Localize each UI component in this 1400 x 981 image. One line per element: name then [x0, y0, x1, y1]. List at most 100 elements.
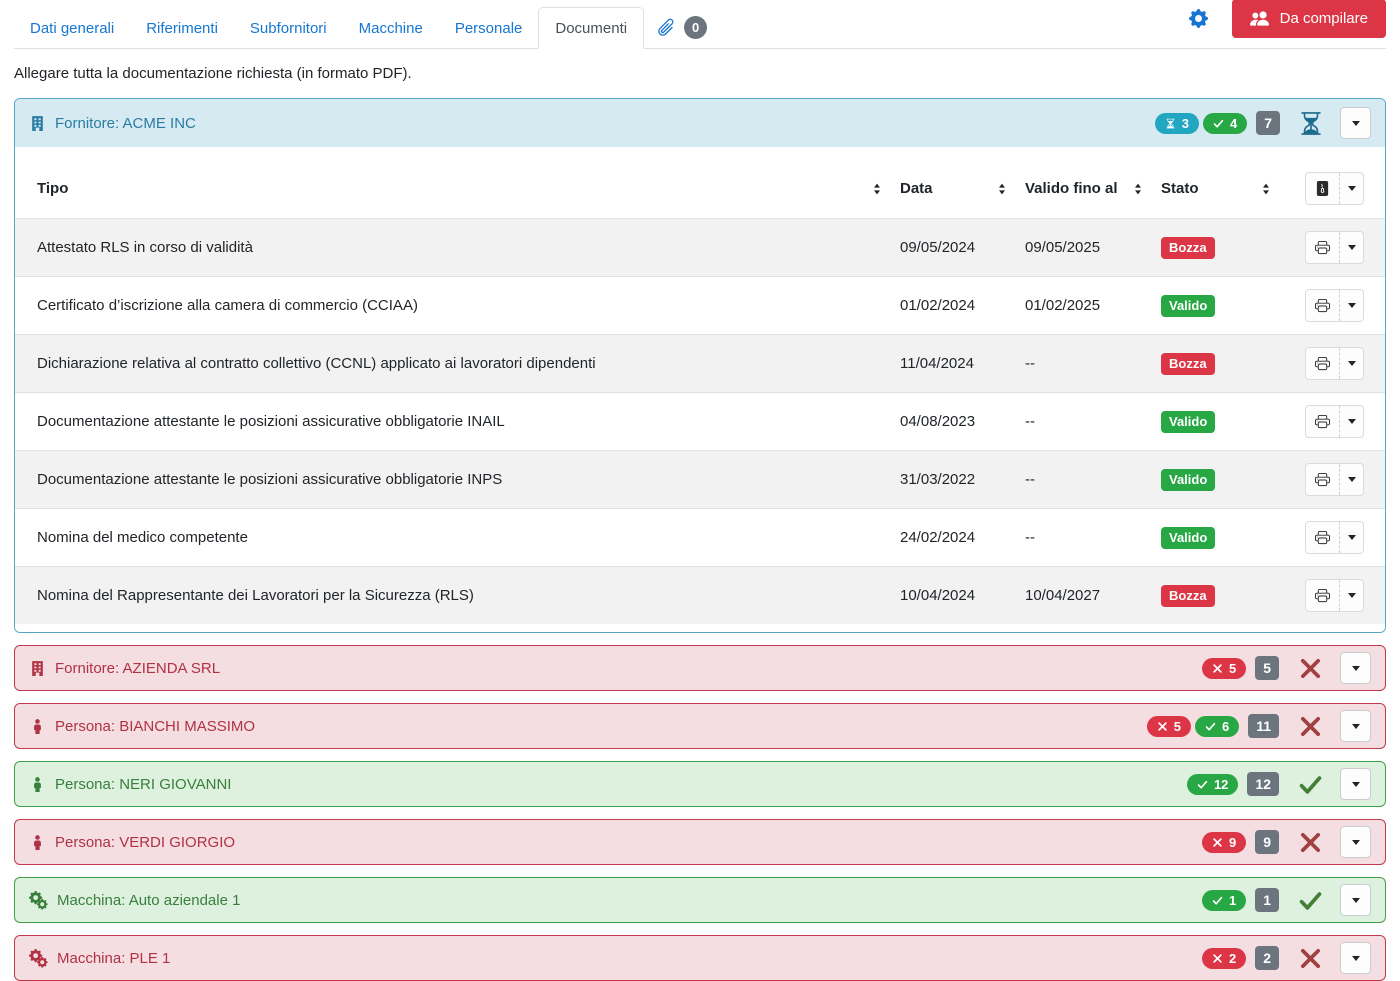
acme-panel-header[interactable]: Fornitore: ACME INC 3 4 7 [15, 99, 1385, 147]
doc-valido-fino-al: -- [1017, 451, 1153, 509]
caret-down-icon [1352, 898, 1360, 903]
print-split-button[interactable] [1305, 463, 1364, 496]
total-count-badge: 11 [1248, 714, 1279, 738]
status-badge: Valido [1161, 469, 1215, 491]
ok-count-pill: 1 [1202, 890, 1246, 911]
da-compilare-button[interactable]: Da compilare [1232, 0, 1386, 38]
print-dropdown-toggle[interactable] [1340, 290, 1363, 321]
hourglass-icon [1165, 118, 1176, 129]
printer-icon [1315, 356, 1330, 371]
print-button[interactable] [1306, 348, 1340, 379]
caret-down-icon [1348, 593, 1356, 598]
total-count-badge: 12 [1247, 772, 1279, 796]
doc-data: 11/04/2024 [892, 335, 1017, 393]
doc-tipo: Dichiarazione relativa al contratto coll… [15, 335, 892, 393]
print-dropdown-toggle[interactable] [1340, 406, 1363, 437]
sort-icon[interactable] [995, 182, 1009, 196]
total-count-badge: 2 [1255, 946, 1279, 970]
check-icon [1197, 779, 1208, 790]
tab-personale[interactable]: Personale [439, 8, 539, 48]
table-row: Nomina del medico competente 24/02/2024 … [15, 509, 1385, 567]
panel-title: Persona: BIANCHI MASSIMO [55, 718, 255, 735]
page: Dati generali Riferimenti Subfornitori M… [0, 0, 1400, 981]
x-icon [1157, 721, 1168, 732]
print-split-button[interactable] [1305, 521, 1364, 554]
print-button[interactable] [1306, 406, 1340, 437]
panel-dropdown-button[interactable] [1340, 710, 1371, 742]
attachments-indicator: 0 [644, 16, 717, 48]
panel-dropdown-button[interactable] [1340, 768, 1371, 800]
printer-icon [1315, 472, 1330, 487]
panel-dropdown-button[interactable] [1340, 942, 1371, 974]
file-zip-icon [1315, 181, 1330, 196]
panel-title: Persona: NERI GIOVANNI [55, 776, 231, 793]
machine-panel-auto-aziendale-1[interactable]: Macchina: Auto aziendale 1 1 1 [14, 877, 1386, 923]
table-row: Certificato d’iscrizione alla camera di … [15, 277, 1385, 335]
tab-bar: Dati generali Riferimenti Subfornitori M… [14, 0, 1386, 49]
total-count-badge: 1 [1255, 888, 1279, 912]
intro-text: Allegare tutta la documentazione richies… [14, 65, 1386, 82]
panel-badges: 1 1 [1202, 884, 1371, 916]
print-split-button[interactable] [1305, 579, 1364, 612]
print-dropdown-toggle[interactable] [1340, 580, 1363, 611]
supplier-panel-azienda-srl[interactable]: Fornitore: AZIENDA SRL 5 5 [14, 645, 1386, 691]
person-panel-neri-giovanni[interactable]: Persona: NERI GIOVANNI 12 12 [14, 761, 1386, 807]
doc-valido-fino-al: -- [1017, 509, 1153, 567]
settings-gear-icon[interactable] [1189, 9, 1208, 28]
print-dropdown-toggle[interactable] [1340, 522, 1363, 553]
table-row: Documentazione attestante le posizioni a… [15, 393, 1385, 451]
print-button[interactable] [1306, 580, 1340, 611]
fail-status-x-icon [1298, 714, 1323, 739]
print-dropdown-toggle[interactable] [1340, 232, 1363, 263]
ok-count-pill: 6 [1195, 716, 1239, 737]
sort-icon[interactable] [1131, 182, 1145, 196]
caret-down-icon [1352, 724, 1360, 729]
tab-riferimenti[interactable]: Riferimenti [130, 8, 234, 48]
tab-subfornitori[interactable]: Subfornitori [234, 8, 343, 48]
ok-count-pill: 12 [1187, 774, 1238, 795]
print-button[interactable] [1306, 290, 1340, 321]
status-badge: Valido [1161, 411, 1215, 433]
print-dropdown-toggle[interactable] [1340, 464, 1363, 495]
print-split-button[interactable] [1305, 347, 1364, 380]
sort-icon[interactable] [870, 182, 884, 196]
sort-icon[interactable] [1259, 182, 1273, 196]
machine-panel-ple-1[interactable]: Macchina: PLE 1 2 2 [14, 935, 1386, 981]
valid-count-pill: 4 [1203, 113, 1247, 134]
print-button[interactable] [1306, 464, 1340, 495]
tab-macchine[interactable]: Macchine [343, 8, 439, 48]
export-zip-button[interactable] [1306, 173, 1340, 204]
paperclip-icon [652, 13, 682, 43]
panel-dropdown-button[interactable] [1340, 884, 1371, 916]
fail-status-x-icon [1298, 946, 1323, 971]
fail-status-x-icon [1298, 830, 1323, 855]
print-split-button[interactable] [1305, 231, 1364, 264]
fail-count-pill: 5 [1147, 716, 1191, 737]
export-all-split-button[interactable] [1305, 172, 1364, 205]
doc-data: 10/04/2024 [892, 567, 1017, 625]
table-row: Documentazione attestante le posizioni a… [15, 451, 1385, 509]
print-dropdown-toggle[interactable] [1340, 348, 1363, 379]
printer-icon [1315, 414, 1330, 429]
person-icon [29, 834, 46, 851]
panel-dropdown-button[interactable] [1340, 826, 1371, 858]
acme-panel-dropdown-button[interactable] [1340, 107, 1371, 139]
caret-down-icon [1348, 477, 1356, 482]
panel-dropdown-button[interactable] [1340, 652, 1371, 684]
fail-status-x-icon [1298, 656, 1323, 681]
x-icon [1212, 837, 1223, 848]
export-dropdown-toggle[interactable] [1340, 173, 1363, 204]
doc-tipo: Nomina del Rappresentante dei Lavoratori… [15, 567, 892, 625]
print-split-button[interactable] [1305, 405, 1364, 438]
doc-data: 09/05/2024 [892, 219, 1017, 277]
tab-dati-generali[interactable]: Dati generali [14, 8, 130, 48]
person-panel-bianchi-massimo[interactable]: Persona: BIANCHI MASSIMO 5 6 11 [14, 703, 1386, 749]
person-panel-verdi-giorgio[interactable]: Persona: VERDI GIORGIO 9 9 [14, 819, 1386, 865]
print-button[interactable] [1306, 232, 1340, 263]
doc-valido-fino-al: 10/04/2027 [1017, 567, 1153, 625]
doc-data: 04/08/2023 [892, 393, 1017, 451]
print-split-button[interactable] [1305, 289, 1364, 322]
status-badge: Bozza [1161, 585, 1215, 607]
tab-documenti[interactable]: Documenti [538, 7, 644, 49]
print-button[interactable] [1306, 522, 1340, 553]
